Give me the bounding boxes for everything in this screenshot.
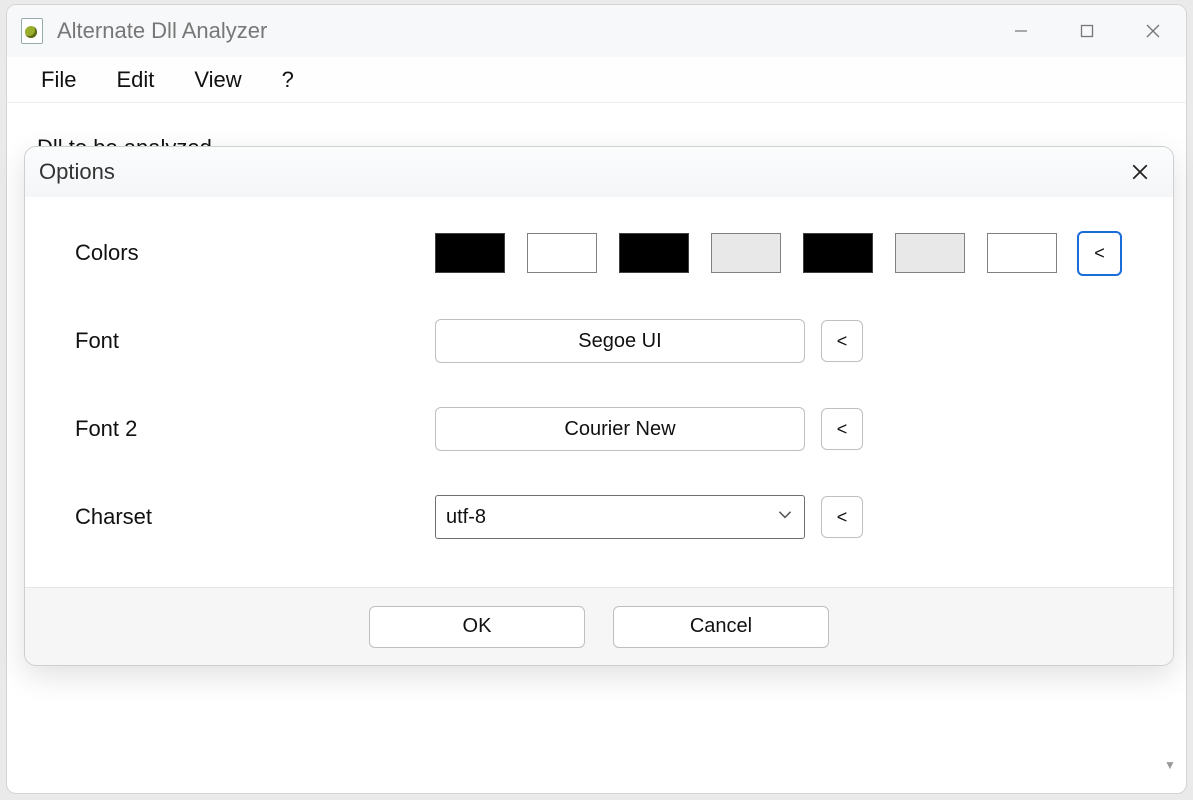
maximize-icon	[1080, 24, 1094, 38]
close-button[interactable]	[1120, 5, 1186, 57]
dialog-titlebar: Options	[25, 147, 1173, 197]
color-swatch-2[interactable]	[619, 233, 689, 273]
minimize-icon	[1013, 23, 1029, 39]
color-swatch-5[interactable]	[895, 233, 965, 273]
minimize-button[interactable]	[988, 5, 1054, 57]
font2-label: Font 2	[75, 416, 435, 442]
font2-button[interactable]: Courier New	[435, 407, 805, 451]
menu-help[interactable]: ?	[282, 67, 294, 93]
scroll-down-icon[interactable]	[1162, 757, 1178, 773]
dialog-footer: OK Cancel	[25, 587, 1173, 665]
charset-reset-button[interactable]: <	[821, 496, 863, 538]
close-icon	[1131, 163, 1149, 181]
font-label: Font	[75, 328, 435, 354]
menu-file[interactable]: File	[41, 67, 76, 93]
font2-reset-button[interactable]: <	[821, 408, 863, 450]
close-icon	[1145, 23, 1161, 39]
charset-select[interactable]: utf-8	[435, 495, 805, 539]
row-colors: Colors <	[75, 225, 1155, 281]
font-button[interactable]: Segoe UI	[435, 319, 805, 363]
color-swatch-3[interactable]	[711, 233, 781, 273]
window-buttons	[988, 5, 1186, 57]
options-dialog: Options Colors < Font Segoe UI < Fo	[24, 146, 1174, 666]
menubar: File Edit View ?	[7, 57, 1186, 103]
color-swatch-4[interactable]	[803, 233, 873, 273]
color-swatch-1[interactable]	[527, 233, 597, 273]
dialog-title: Options	[39, 159, 115, 185]
menu-view[interactable]: View	[194, 67, 241, 93]
charset-label: Charset	[75, 504, 435, 530]
dialog-close-button[interactable]	[1125, 157, 1155, 187]
cancel-button[interactable]: Cancel	[613, 606, 829, 648]
app-icon	[21, 18, 43, 44]
color-swatch-6[interactable]	[987, 233, 1057, 273]
chevron-down-icon	[776, 505, 794, 529]
color-swatches	[435, 233, 1057, 273]
window-title: Alternate Dll Analyzer	[57, 18, 267, 44]
color-swatch-0[interactable]	[435, 233, 505, 273]
menu-edit[interactable]: Edit	[116, 67, 154, 93]
colors-reset-button[interactable]: <	[1077, 231, 1122, 276]
titlebar: Alternate Dll Analyzer	[7, 5, 1186, 57]
charset-value: utf-8	[446, 506, 486, 529]
font-reset-button[interactable]: <	[821, 320, 863, 362]
row-font2: Font 2 Courier New <	[75, 401, 1155, 457]
dialog-body: Colors < Font Segoe UI < Font 2 Courier …	[25, 197, 1173, 587]
row-font: Font Segoe UI <	[75, 313, 1155, 369]
maximize-button[interactable]	[1054, 5, 1120, 57]
ok-button[interactable]: OK	[369, 606, 585, 648]
row-charset: Charset utf-8 <	[75, 489, 1155, 545]
colors-label: Colors	[75, 240, 435, 266]
